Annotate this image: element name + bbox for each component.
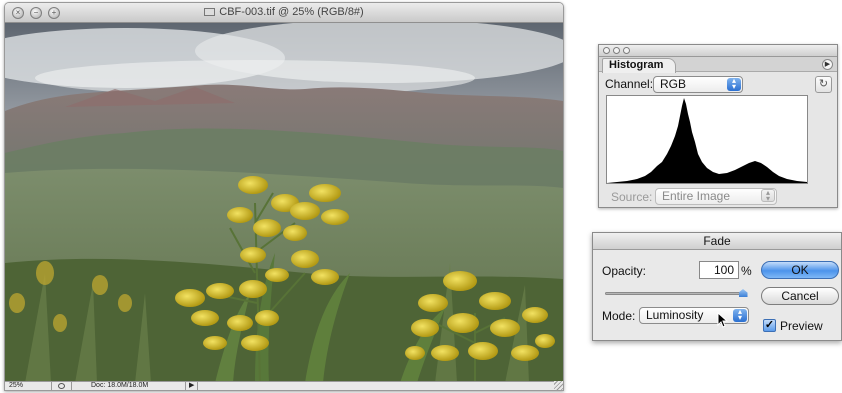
channel-value: RGB	[660, 77, 687, 91]
document-title: CBF-003.tif @ 25% (RGB/8#)	[219, 6, 364, 18]
palette-tab-row: Histogram ▶	[599, 57, 837, 73]
tab-histogram[interactable]: Histogram	[602, 58, 676, 73]
photo	[5, 23, 563, 383]
fade-dialog: Fade Opacity: 100 % Mode: Luminosity ▴ ▾ …	[592, 232, 842, 341]
file-icon	[204, 8, 216, 16]
source-stepper-icon: ▴ ▾	[761, 189, 775, 203]
refresh-icon: ↻	[818, 78, 829, 90]
opacity-slider-thumb[interactable]	[738, 289, 748, 297]
document-titlebar[interactable]: × − + CBF-003.tif @ 25% (RGB/8#)	[5, 3, 563, 23]
mode-value: Luminosity	[646, 308, 704, 322]
opacity-unit: %	[741, 264, 752, 278]
mouse-cursor-icon	[717, 312, 729, 328]
source-select: Entire Image ▴ ▾	[655, 188, 777, 205]
opacity-slider[interactable]	[605, 292, 743, 295]
fade-title[interactable]: Fade	[593, 233, 841, 250]
refresh-histogram-button[interactable]: ↻	[815, 76, 832, 93]
document-size: Doc: 18.0M/18.0M	[91, 382, 149, 389]
histogram-plot	[607, 98, 807, 183]
mode-label: Mode:	[602, 309, 636, 323]
palette-menu-icon[interactable]: ▶	[822, 59, 833, 70]
palette-titlebar[interactable]	[599, 45, 837, 57]
preview-checkbox[interactable]: ✓	[763, 319, 776, 332]
source-label: Source:	[611, 190, 653, 204]
document-window: × − + CBF-003.tif @ 25% (RGB/8#) 25% Doc…	[4, 2, 564, 391]
cancel-button[interactable]: Cancel	[761, 287, 839, 305]
select-stepper-icon: ▴ ▾	[727, 77, 741, 91]
zoom-level[interactable]: 25%	[9, 382, 23, 390]
channel-label: Channel:	[605, 77, 654, 91]
ok-button[interactable]: OK	[761, 261, 839, 279]
palette-minimize-button[interactable]	[613, 47, 620, 54]
status-divider	[197, 382, 198, 390]
opacity-input[interactable]: 100	[699, 261, 739, 279]
status-divider	[71, 382, 72, 390]
palette-close-button[interactable]	[603, 47, 610, 54]
image-canvas[interactable]	[5, 23, 563, 383]
histogram-graph	[606, 95, 808, 184]
opacity-label: Opacity:	[602, 264, 647, 278]
mode-select[interactable]: Luminosity ▴ ▾	[639, 307, 749, 324]
navigator-icon[interactable]	[58, 383, 65, 389]
status-divider	[51, 382, 52, 390]
histogram-curve	[607, 98, 807, 183]
document-title-wrap: CBF-003.tif @ 25% (RGB/8#)	[5, 6, 563, 18]
status-menu-arrow-icon[interactable]: ▶	[189, 382, 194, 390]
status-bar: 25% Doc: 18.0M/18.0M ▶	[5, 381, 563, 390]
status-divider	[185, 382, 186, 390]
source-value: Entire Image	[662, 189, 731, 203]
histogram-palette: Histogram ▶ Channel: RGB ▴ ▾ ↻ Source: En…	[598, 44, 838, 208]
checkmark-icon: ✓	[764, 319, 775, 331]
channel-select[interactable]: RGB ▴ ▾	[653, 76, 743, 93]
select-stepper-icon: ▴ ▾	[733, 308, 747, 322]
resize-grip-icon[interactable]	[554, 381, 563, 390]
palette-zoom-button[interactable]	[623, 47, 630, 54]
preview-label: Preview	[780, 319, 823, 333]
